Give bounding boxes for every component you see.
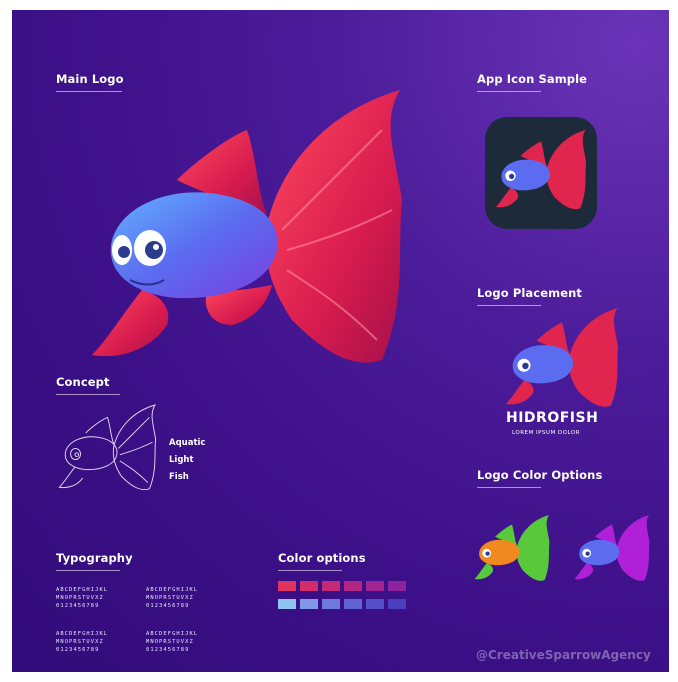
logo-color-options-underline (477, 487, 541, 488)
main-fish-illustration (92, 90, 402, 363)
typography-sample-3: ABCDEFGHIJKL MNOPRSTUVXZ 0123456789 (56, 631, 109, 653)
logo-placement-underline (477, 305, 541, 306)
cool-swatch (366, 599, 384, 609)
cool-palette (278, 599, 406, 609)
warm-swatch (300, 581, 318, 591)
concept-word-aquatic: Aquatic (169, 438, 206, 448)
logo-placement-heading: Logo Placement (477, 286, 582, 300)
warm-palette (278, 581, 406, 591)
brand-board: Main Logo App Icon Sample Logo Placement… (12, 10, 669, 672)
color-options-underline (278, 570, 342, 571)
warm-swatch (388, 581, 406, 591)
concept-heading: Concept (56, 375, 110, 389)
cool-swatch (344, 599, 362, 609)
cool-swatch (388, 599, 406, 609)
typography-sample-4: ABCDEFGHIJKL MNOPRSTUVXZ 0123456789 (146, 631, 199, 653)
typography-sample-1: ABCDEFGHIJKL MNOPRSTUVXZ 0123456789 (56, 587, 109, 609)
app-icon-heading: App Icon Sample (477, 72, 588, 86)
typography-sample-2: ABCDEFGHIJKL MNOPRSTUVXZ 0123456789 (146, 587, 199, 609)
concept-word-light: Light (169, 455, 194, 465)
typography-underline (56, 570, 120, 571)
cool-swatch (300, 599, 318, 609)
warm-swatch (278, 581, 296, 591)
warm-swatch (322, 581, 340, 591)
placement-fish (505, 308, 619, 407)
concept-underline (56, 394, 120, 395)
color-options-heading: Color options (278, 551, 366, 565)
app-icon-fish (495, 129, 587, 210)
logo-color-options-heading: Logo Color Options (477, 468, 603, 482)
watermark: @CreativeSparrowAgency (476, 648, 651, 662)
cool-swatch (278, 599, 296, 609)
warm-swatch (366, 581, 384, 591)
concept-sketch-fish (58, 404, 157, 490)
brand-tagline: LOREM IPSUM DOLOR (512, 430, 581, 436)
main-logo-heading: Main Logo (56, 72, 124, 86)
green-fish-variant (474, 515, 550, 581)
brand-name: HIDROFISH (506, 410, 599, 426)
app-icon-underline (477, 91, 541, 92)
warm-swatch (344, 581, 362, 591)
typography-heading: Typography (56, 551, 133, 565)
concept-word-fish: Fish (169, 472, 189, 482)
app-icon-sample (485, 117, 597, 229)
purple-fish-variant (574, 515, 650, 581)
cool-swatch (322, 599, 340, 609)
